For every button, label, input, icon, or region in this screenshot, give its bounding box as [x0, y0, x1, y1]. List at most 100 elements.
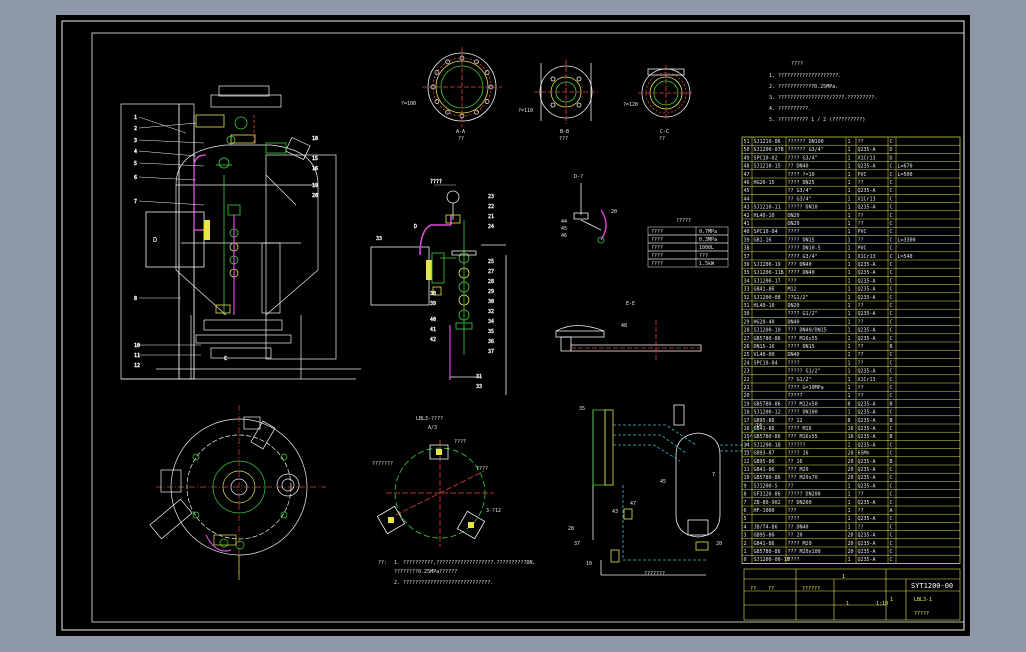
bom-cell: 10 — [744, 475, 750, 481]
bom-cell: ??? — [788, 508, 797, 514]
bom-cell: 1 — [848, 508, 851, 514]
flange-a-scale: ?? — [458, 136, 464, 142]
bom-cell: 49 — [744, 155, 750, 161]
bom-cell: ???? G3/4" — [788, 155, 818, 161]
bom-cell: C — [890, 516, 893, 522]
bom-cell: 40 — [744, 229, 750, 235]
bom-cell: Q235-A — [858, 188, 876, 194]
bom-cell: Q235-A — [858, 434, 876, 440]
footnote-2: ????????0.25MPa?????? — [394, 569, 457, 575]
bom-cell: SPC10-04 — [754, 360, 778, 366]
drawing-sheet: D 1 2 3 4 5 6 7 8 10 11 12 18 15 16 19 2… — [56, 15, 970, 636]
bom-cell: ???? DN100 — [788, 410, 818, 416]
bom-cell: DN15-16 — [754, 344, 775, 350]
bom-cell: ???? M20 — [788, 541, 812, 547]
bom-cell: C — [890, 426, 893, 432]
bom-cell: C — [890, 500, 893, 506]
bom-cell: SJ1200-07B — [754, 147, 784, 153]
flange-a-view — [422, 47, 502, 127]
bom-cell: SJ1200-18 — [754, 442, 781, 448]
bom-cell: M12 — [788, 287, 797, 293]
bom-cell: C — [890, 492, 893, 498]
bom-cell: 1 — [848, 500, 851, 506]
bom-cell: HL40-10 — [754, 303, 775, 309]
title-note: ????? — [914, 611, 929, 617]
bom-cell: ???? M16 — [788, 426, 812, 432]
bom-cell: GB5780-86 — [754, 475, 781, 481]
bom-cell: 1 — [848, 557, 851, 563]
bom-cell: Q235-A — [858, 442, 876, 448]
main-elevation-view — [120, 85, 361, 380]
bom-cell: C — [890, 319, 893, 325]
flange-a-label: A-A — [456, 129, 465, 135]
svg-text:20: 20 — [716, 541, 722, 547]
bom-cell: Q235-A — [858, 295, 876, 301]
bom-cell: VL40-00 — [754, 352, 775, 358]
bom-cell: Q235-A — [858, 475, 876, 481]
svg-text:28: 28 — [488, 279, 494, 285]
bom-cell: DN40 — [788, 352, 800, 358]
bom-cell: GB95-86 — [754, 418, 775, 424]
bom-cell: 1 — [848, 360, 851, 366]
spec-value: 1.5kW — [699, 261, 715, 267]
bom-cell: 48 — [744, 164, 750, 170]
bom-cell: ???? 16 — [788, 451, 809, 457]
bom-cell: 23 — [744, 369, 750, 375]
nozzle-plan-title: LBL3-???? — [416, 416, 443, 422]
bom-cell: L=540 — [898, 254, 913, 260]
bom-cell: 12 — [744, 459, 750, 465]
bom-cell: 1 — [848, 278, 851, 284]
bom-cell: 50 — [744, 147, 750, 153]
section-ee-view: E-E 48 — [555, 301, 702, 360]
bom-cell: C — [890, 369, 893, 375]
bom-cell: 31 — [744, 303, 750, 309]
bom-cell: 1 — [848, 377, 851, 383]
bom-cell: 34 — [744, 278, 750, 284]
flange-c-scale: ?? — [659, 136, 665, 142]
svg-text:C: C — [224, 356, 227, 362]
bom-cell: ?????? DN100 — [788, 139, 824, 145]
bom-cell: 1 — [848, 270, 851, 276]
footnote-3: 2. ?????????????????????????????. — [394, 580, 493, 586]
bom-cell: 1 — [848, 254, 851, 260]
bom-cell: 32 — [744, 295, 750, 301]
bom-cell: C — [890, 164, 893, 170]
bom-cell: 1 — [848, 483, 851, 489]
bill-of-materials: 51 SJ1210-06?????? DN100 1?? C50 SJ1200-07B?… — [741, 136, 961, 564]
flange-b-scale: ??? — [559, 136, 568, 142]
bom-cell: D — [890, 147, 893, 153]
bom-cell: C — [890, 295, 893, 301]
bom-cell: GB5780-86 — [754, 434, 781, 440]
bom-cell: ?? — [858, 508, 864, 514]
bom-cell: 35 — [744, 270, 750, 276]
bom-cell: ?? G3/4" — [788, 196, 812, 202]
bom-cell: SJ1200-10 — [754, 328, 781, 334]
bom-cell: 27 — [744, 336, 750, 342]
bom-cell: 8 — [744, 492, 747, 498]
svg-text:43: 43 — [612, 509, 618, 515]
bom-cell: C — [890, 254, 893, 260]
bom-cell: ??G1/2" — [788, 295, 809, 301]
title-block-text: ?? ?? ?????? 1 1 1 SYT1200-00 1:10 LBL3-… — [750, 574, 953, 617]
bom-cell: 1 — [848, 262, 851, 268]
svg-text:6: 6 — [134, 175, 137, 181]
bom-cell: C — [890, 524, 893, 530]
bom-cell: ???? G1/2" — [788, 311, 818, 317]
title-hdr-3: ?????? — [802, 586, 820, 592]
bom-cell: SJ1200-11B — [754, 270, 784, 276]
bom-cell: ???? DN40 — [788, 270, 815, 276]
bom-cell: 26 — [744, 344, 750, 350]
bom-cell: ?? G1/2" — [788, 377, 812, 383]
bom-cell: ??? M12x50 — [788, 401, 818, 407]
bom-cell: 41 — [744, 221, 750, 227]
bom-cell: 28 — [744, 328, 750, 334]
svg-text:15: 15 — [312, 156, 318, 162]
bom-cell: 20 — [848, 533, 854, 539]
bom-cell: 1 — [848, 295, 851, 301]
bom-cell: 20 — [848, 475, 854, 481]
bom-cell: 20 — [848, 459, 854, 465]
plan-label-1: ???? — [454, 439, 466, 445]
bom-cell: ?? — [858, 180, 864, 186]
nozzle-plan-subtitle: A/3 — [428, 425, 437, 431]
plan-label-2: ??????? — [372, 461, 393, 467]
